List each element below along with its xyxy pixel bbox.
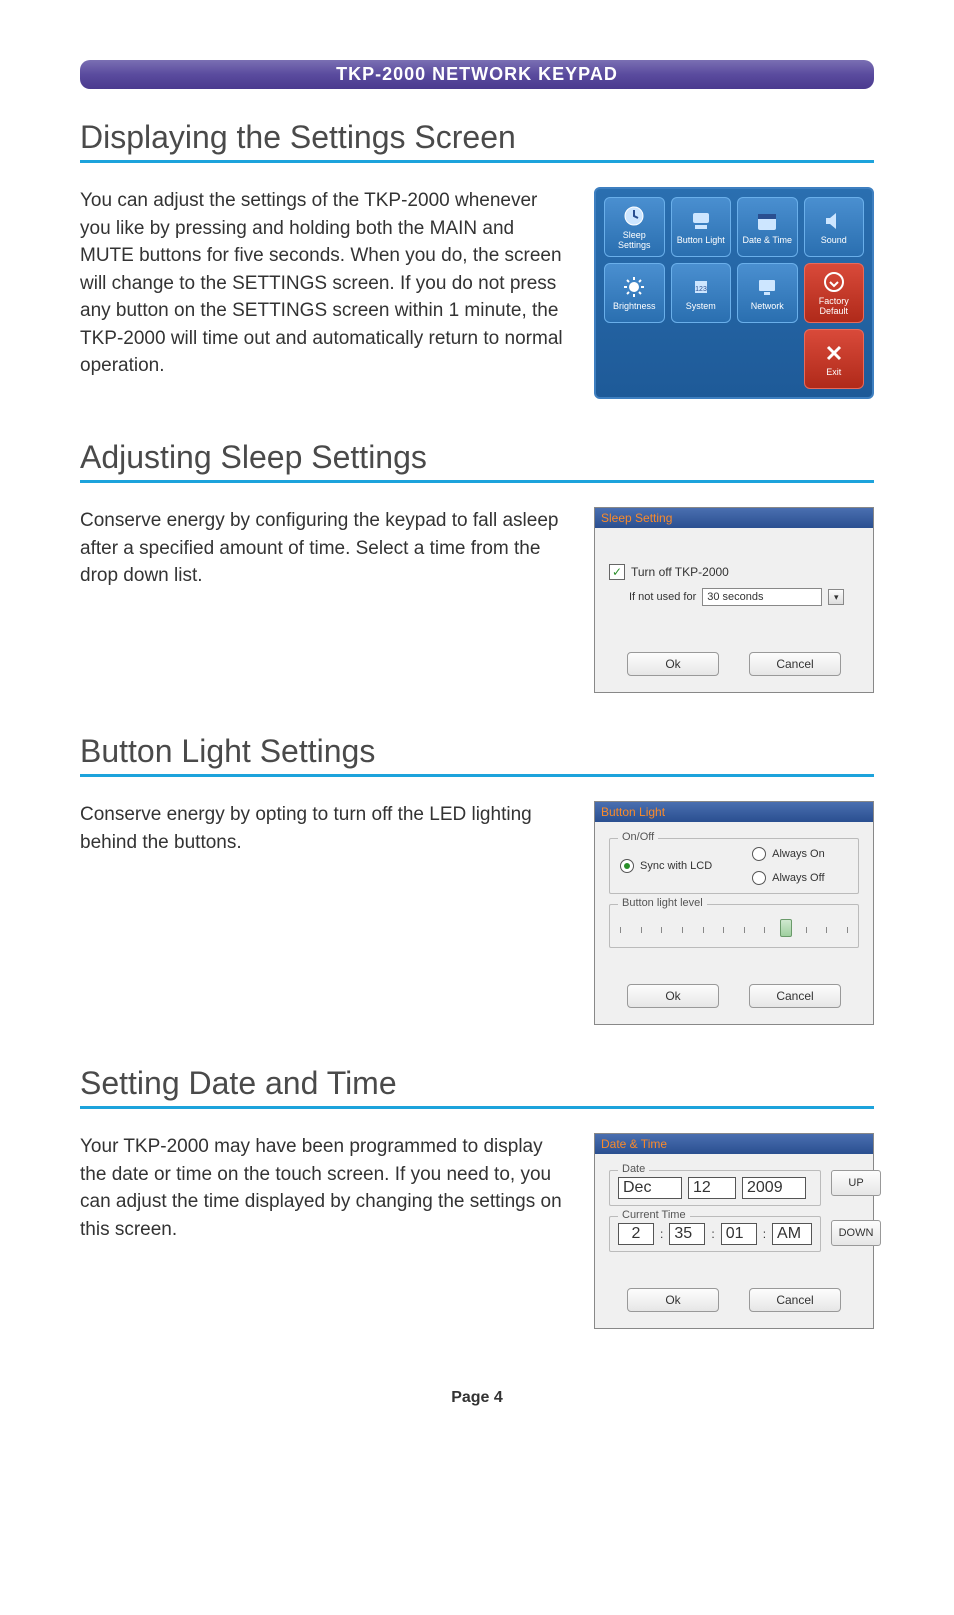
tile-label: Brightness: [613, 302, 656, 312]
tile-sound[interactable]: Sound: [804, 197, 865, 257]
radio-always-off[interactable]: Always Off: [752, 871, 825, 885]
tile-label: Exit: [826, 368, 841, 378]
dialog-title: Button Light: [595, 802, 873, 822]
section-body-datetime: Your TKP-2000 may have been programmed t…: [80, 1133, 564, 1243]
check-icon: ✓: [609, 564, 625, 580]
arrow-circle-icon: [821, 269, 847, 295]
hour-field[interactable]: 2: [618, 1223, 654, 1245]
section-body-sleep: Conserve energy by configuring the keypa…: [80, 507, 564, 590]
tile-label: Factory Default: [807, 297, 862, 317]
checkbox-label: Turn off TKP-2000: [631, 565, 729, 579]
radio-sync[interactable]: Sync with LCD: [620, 847, 712, 885]
section-body-button-light: Conserve energy by opting to turn off th…: [80, 801, 564, 856]
sun-icon: [621, 274, 647, 300]
tile-label: Network: [751, 302, 784, 312]
year-field[interactable]: 2009: [742, 1177, 806, 1199]
colon: :: [660, 1227, 663, 1241]
day-field[interactable]: 12: [688, 1177, 736, 1199]
ok-button[interactable]: Ok: [627, 1288, 719, 1312]
duration-value: 30 seconds: [707, 591, 763, 603]
rule: [80, 1106, 874, 1109]
header-banner: TKP-2000 NETWORK KEYPAD: [80, 60, 874, 89]
fieldset-label: On/Off: [618, 831, 658, 843]
chip-icon: 123: [688, 274, 714, 300]
dialog-title: Sleep Setting: [595, 508, 873, 528]
radio-label: Always On: [772, 848, 825, 860]
dialog-title: Date & Time: [595, 1134, 873, 1154]
settings-screen-panel: Sleep Settings Button Light Date & Time …: [594, 187, 874, 399]
up-button[interactable]: UP: [831, 1170, 881, 1196]
section-title-sleep: Adjusting Sleep Settings: [80, 439, 874, 476]
clock-icon: [621, 203, 647, 229]
fieldset-label: Current Time: [618, 1209, 690, 1221]
minute-field[interactable]: 35: [669, 1223, 705, 1245]
x-icon: [821, 340, 847, 366]
down-button[interactable]: DOWN: [831, 1220, 881, 1246]
tile-date-time[interactable]: Date & Time: [737, 197, 798, 257]
colon: :: [711, 1227, 714, 1241]
button-icon: [688, 208, 714, 234]
chevron-down-icon[interactable]: ▾: [828, 589, 844, 605]
tile-label: Date & Time: [742, 236, 792, 246]
tile-exit[interactable]: Exit: [804, 329, 865, 389]
radio-always-on[interactable]: Always On: [752, 847, 825, 861]
cancel-button[interactable]: Cancel: [749, 984, 841, 1008]
duration-dropdown[interactable]: 30 seconds: [702, 588, 822, 606]
second-field[interactable]: 01: [721, 1223, 757, 1245]
colon: :: [763, 1227, 766, 1241]
ok-button[interactable]: Ok: [627, 652, 719, 676]
tile-brightness[interactable]: Brightness: [604, 263, 665, 323]
cancel-button[interactable]: Cancel: [749, 652, 841, 676]
radio-label: Sync with LCD: [640, 860, 712, 872]
fieldset-label: Button light level: [618, 897, 707, 909]
ok-button[interactable]: Ok: [627, 984, 719, 1008]
svg-text:123: 123: [695, 286, 707, 293]
tile-button-light[interactable]: Button Light: [671, 197, 732, 257]
light-level-slider[interactable]: [620, 917, 848, 939]
date-time-dialog: Date & Time Date Dec 12 2009: [594, 1133, 874, 1329]
tile-sleep-settings[interactable]: Sleep Settings: [604, 197, 665, 257]
section-title-datetime: Setting Date and Time: [80, 1065, 874, 1102]
slider-thumb[interactable]: [780, 919, 792, 937]
onoff-fieldset: On/Off Sync with LCD Always On: [609, 838, 859, 894]
month-field[interactable]: Dec: [618, 1177, 682, 1199]
tile-label: Sound: [821, 236, 847, 246]
ampm-field[interactable]: AM: [772, 1223, 812, 1245]
rule: [80, 774, 874, 777]
rule: [80, 480, 874, 483]
tile-factory-default[interactable]: Factory Default: [804, 263, 865, 323]
radio-icon: [752, 847, 766, 861]
radio-icon: [752, 871, 766, 885]
turnoff-checkbox[interactable]: ✓ Turn off TKP-2000: [609, 564, 729, 580]
radio-icon: [620, 859, 634, 873]
speaker-icon: [821, 208, 847, 234]
level-fieldset: Button light level: [609, 904, 859, 948]
if-not-used-label: If not used for: [629, 591, 696, 603]
tile-label: System: [686, 302, 716, 312]
sleep-setting-dialog: Sleep Setting ✓ Turn off TKP-2000 If not…: [594, 507, 874, 693]
date-fieldset: Date Dec 12 2009: [609, 1170, 821, 1206]
fieldset-label: Date: [618, 1163, 649, 1175]
monitor-icon: [754, 274, 780, 300]
calendar-icon: [754, 208, 780, 234]
tile-network[interactable]: Network: [737, 263, 798, 323]
tile-label: Sleep Settings: [607, 231, 662, 251]
radio-label: Always Off: [772, 872, 824, 884]
rule: [80, 160, 874, 163]
time-fieldset: Current Time 2 : 35 : 01 : AM: [609, 1216, 821, 1252]
tile-label: Button Light: [677, 236, 725, 246]
button-light-dialog: Button Light On/Off Sync with LCD: [594, 801, 874, 1025]
tile-system[interactable]: 123 System: [671, 263, 732, 323]
page-number: Page 4: [80, 1389, 874, 1407]
section-title-button-light: Button Light Settings: [80, 733, 874, 770]
section-body-display: You can adjust the settings of the TKP-2…: [80, 187, 564, 380]
section-title-display: Displaying the Settings Screen: [80, 119, 874, 156]
cancel-button[interactable]: Cancel: [749, 1288, 841, 1312]
